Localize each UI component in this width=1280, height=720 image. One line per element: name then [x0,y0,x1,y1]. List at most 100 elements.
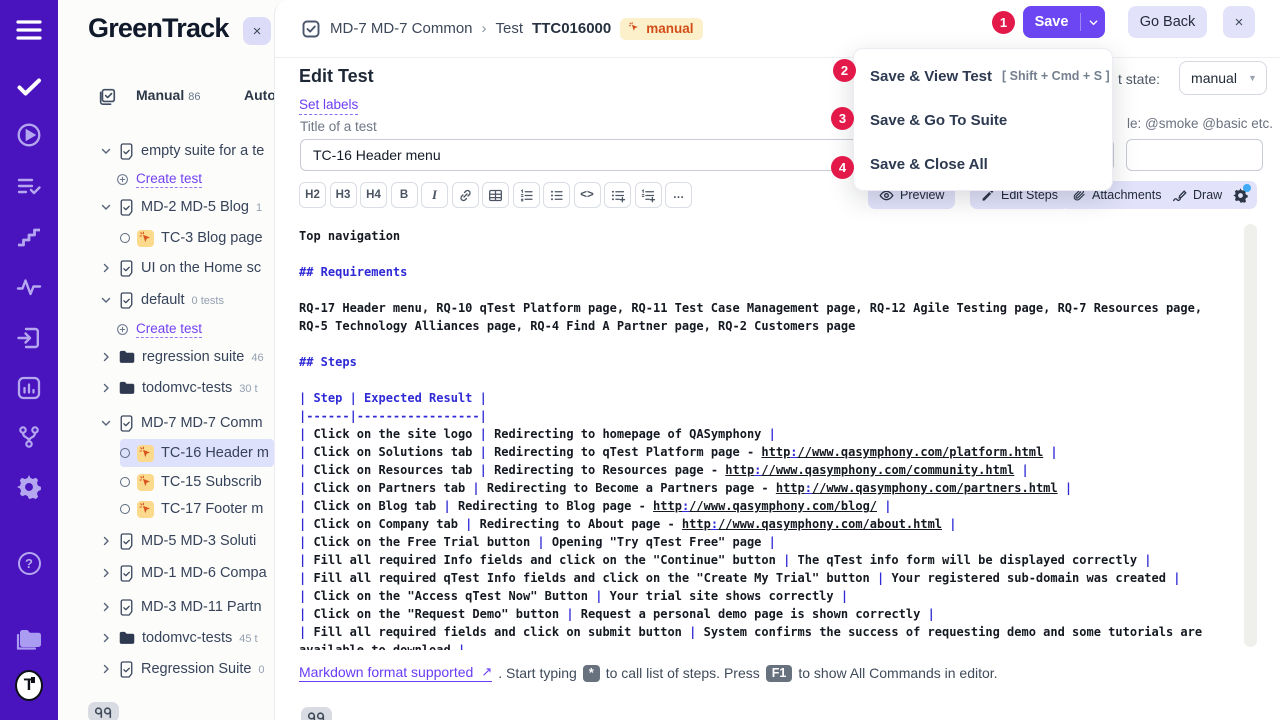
play-circle-icon[interactable] [15,121,43,149]
tree-item-suite[interactable]: Regression Suite0 [100,655,274,683]
chevron-down-icon[interactable] [100,201,112,213]
paragraph-handle-badge[interactable] [88,702,119,720]
bar-chart-icon[interactable] [15,374,43,402]
tree-item-label: Create test [136,321,202,338]
notification-dot [1243,184,1251,192]
tree-item-label: TC-16 Header m [161,445,269,461]
check-icon[interactable] [15,73,43,101]
markdown-editor[interactable]: Top navigation ## Requirements RQ-17 Hea… [299,227,1221,650]
chevron-right-icon[interactable] [100,535,112,547]
chevron-right-icon[interactable] [100,632,112,644]
select-caret-icon: ▼ [1248,73,1266,83]
editor-line: | Step | Expected Result | [299,389,1221,407]
editor-footer-hint: Markdown format supported↗ . Start typin… [299,664,998,682]
paragraph-handle-badge[interactable] [301,707,332,720]
hamburger-menu-icon[interactable] [15,16,43,44]
chevron-right-icon[interactable] [100,351,112,363]
draw-pen-icon [1172,188,1187,203]
tree-item-label: TC-15 Subscrib [161,474,262,490]
close-panel-button[interactable]: × [1223,6,1255,38]
markdown-help-link[interactable]: Markdown format supported↗ [299,664,492,682]
annotation-2: 2 [833,59,856,82]
tree-item-test[interactable]: TC-16 Header m [120,439,274,467]
suite-doc-icon [119,661,134,678]
sign-in-icon[interactable] [15,324,43,352]
tree-item-suite[interactable]: UI on the Home sc [100,254,274,282]
menu-item-save-go-to-suite[interactable]: Save & Go To Suite [854,98,1112,142]
editor-line [299,371,1221,389]
editor-line: | Fill all required qTest Info fields an… [299,569,1221,587]
tree-item-label: MD-2 MD-5 Blog [141,199,249,215]
tree-item-folder[interactable]: todomvc-tests45 t [100,624,274,652]
test-state-select[interactable]: manual ▼ [1179,61,1267,95]
tree-item-suite[interactable]: MD-3 MD-11 Partn [100,593,274,621]
tree-item-suite[interactable]: MD-2 MD-5 Blog1 [100,193,274,221]
chevron-right-icon[interactable] [100,382,112,394]
chevron-right-icon[interactable] [100,262,112,274]
projects-folder-icon[interactable] [15,626,43,654]
save-dropdown-caret[interactable] [1081,17,1105,28]
chevron-down-icon[interactable] [100,145,112,157]
go-back-button[interactable]: Go Back [1128,6,1207,38]
chevron-down-icon[interactable] [100,417,112,429]
tree-item-label: regression suite [142,349,244,365]
set-labels-link[interactable]: Set labels [299,97,358,115]
chevron-right-icon[interactable] [100,601,112,613]
format-bullet-list-button[interactable] [543,182,570,208]
labels-input[interactable] [1126,139,1263,171]
format-italic-button[interactable]: I [421,182,448,208]
tree-item-test[interactable]: TC-17 Footer m [120,495,274,523]
test-state-label: t state: [1118,71,1160,87]
checklist-icon[interactable] [15,172,43,200]
save-button[interactable]: Save [1023,6,1105,38]
format-bold-button[interactable]: B [391,182,418,208]
tree-item-suite[interactable]: default0 tests [100,286,274,314]
gear-icon[interactable] [15,473,43,501]
tree-item-folder[interactable]: regression suite46 [100,343,274,371]
format-link-button[interactable] [452,182,479,208]
sidebar: GreenTrack Manual86 Automated empty suit… [58,0,274,720]
format-ordered-list-add-button[interactable] [635,182,662,208]
format-h4-button[interactable]: H4 [360,182,387,208]
format-code-button[interactable]: <> [574,182,601,208]
suite-doc-icon [119,415,134,432]
tree-item-test[interactable]: TC-15 Subscrib [120,468,274,496]
tree-create-test-link[interactable]: Create test [116,315,274,343]
stairs-icon[interactable] [15,223,43,251]
tree-create-test-link[interactable]: Create test [116,165,274,193]
format-ordered-list-button[interactable] [513,182,540,208]
editor-settings-button[interactable] [1223,181,1257,209]
editor-scrollbar[interactable] [1244,224,1257,647]
menu-item-save-close-all[interactable]: Save & Close All [854,142,1112,186]
tree-item-label: MD-3 MD-11 Partn [141,599,262,615]
format-h3-button[interactable]: H3 [330,182,357,208]
menu-item-save-view-test[interactable]: Save & View Test [ Shift + Cmd + S ] [854,54,1112,98]
editor-line: Top navigation [299,227,1221,245]
app-root: ? T GreenTrack Manual86 Automated empty … [0,0,1280,720]
format-h2-button[interactable]: H2 [299,182,326,208]
save-dropdown-menu: Save & View Test [ Shift + Cmd + S ] Sav… [853,48,1113,191]
chevron-right-icon[interactable] [100,567,112,579]
tree-item-label: todomvc-tests [142,630,232,646]
activity-icon[interactable] [15,273,43,301]
tree-item-folder[interactable]: todomvc-tests30 t [100,374,274,402]
tree-item-suite[interactable]: MD-1 MD-6 Compa [100,559,274,587]
breadcrumb-suite[interactable]: MD-7 MD-7 Common [330,20,473,37]
format-bullet-list-add-button[interactable] [604,182,631,208]
chevron-down-icon[interactable] [100,294,112,306]
format-toolbar: H2H3H4BI <> … [299,182,692,208]
help-icon[interactable]: ? [15,549,43,577]
tree-item-label: Create test [136,171,202,188]
tree-item-suite[interactable]: empty suite for a te [100,137,274,165]
avatar[interactable]: T [15,671,43,699]
tree-item-suite[interactable]: MD-5 MD-3 Soluti [100,527,274,555]
tree-item-test[interactable]: TC-3 Blog page [120,224,274,252]
format-more-button[interactable]: … [665,182,692,208]
git-fork-icon[interactable] [15,423,43,451]
close-sidebar-chip[interactable]: × [243,17,271,45]
suite-doc-icon [119,199,134,216]
chevron-right-icon[interactable] [100,663,112,675]
format-table-button[interactable] [482,182,509,208]
shortcut-hint: [ Shift + Cmd + S ] [1002,69,1110,83]
tree-item-suite[interactable]: MD-7 MD-7 Comm [100,409,274,437]
